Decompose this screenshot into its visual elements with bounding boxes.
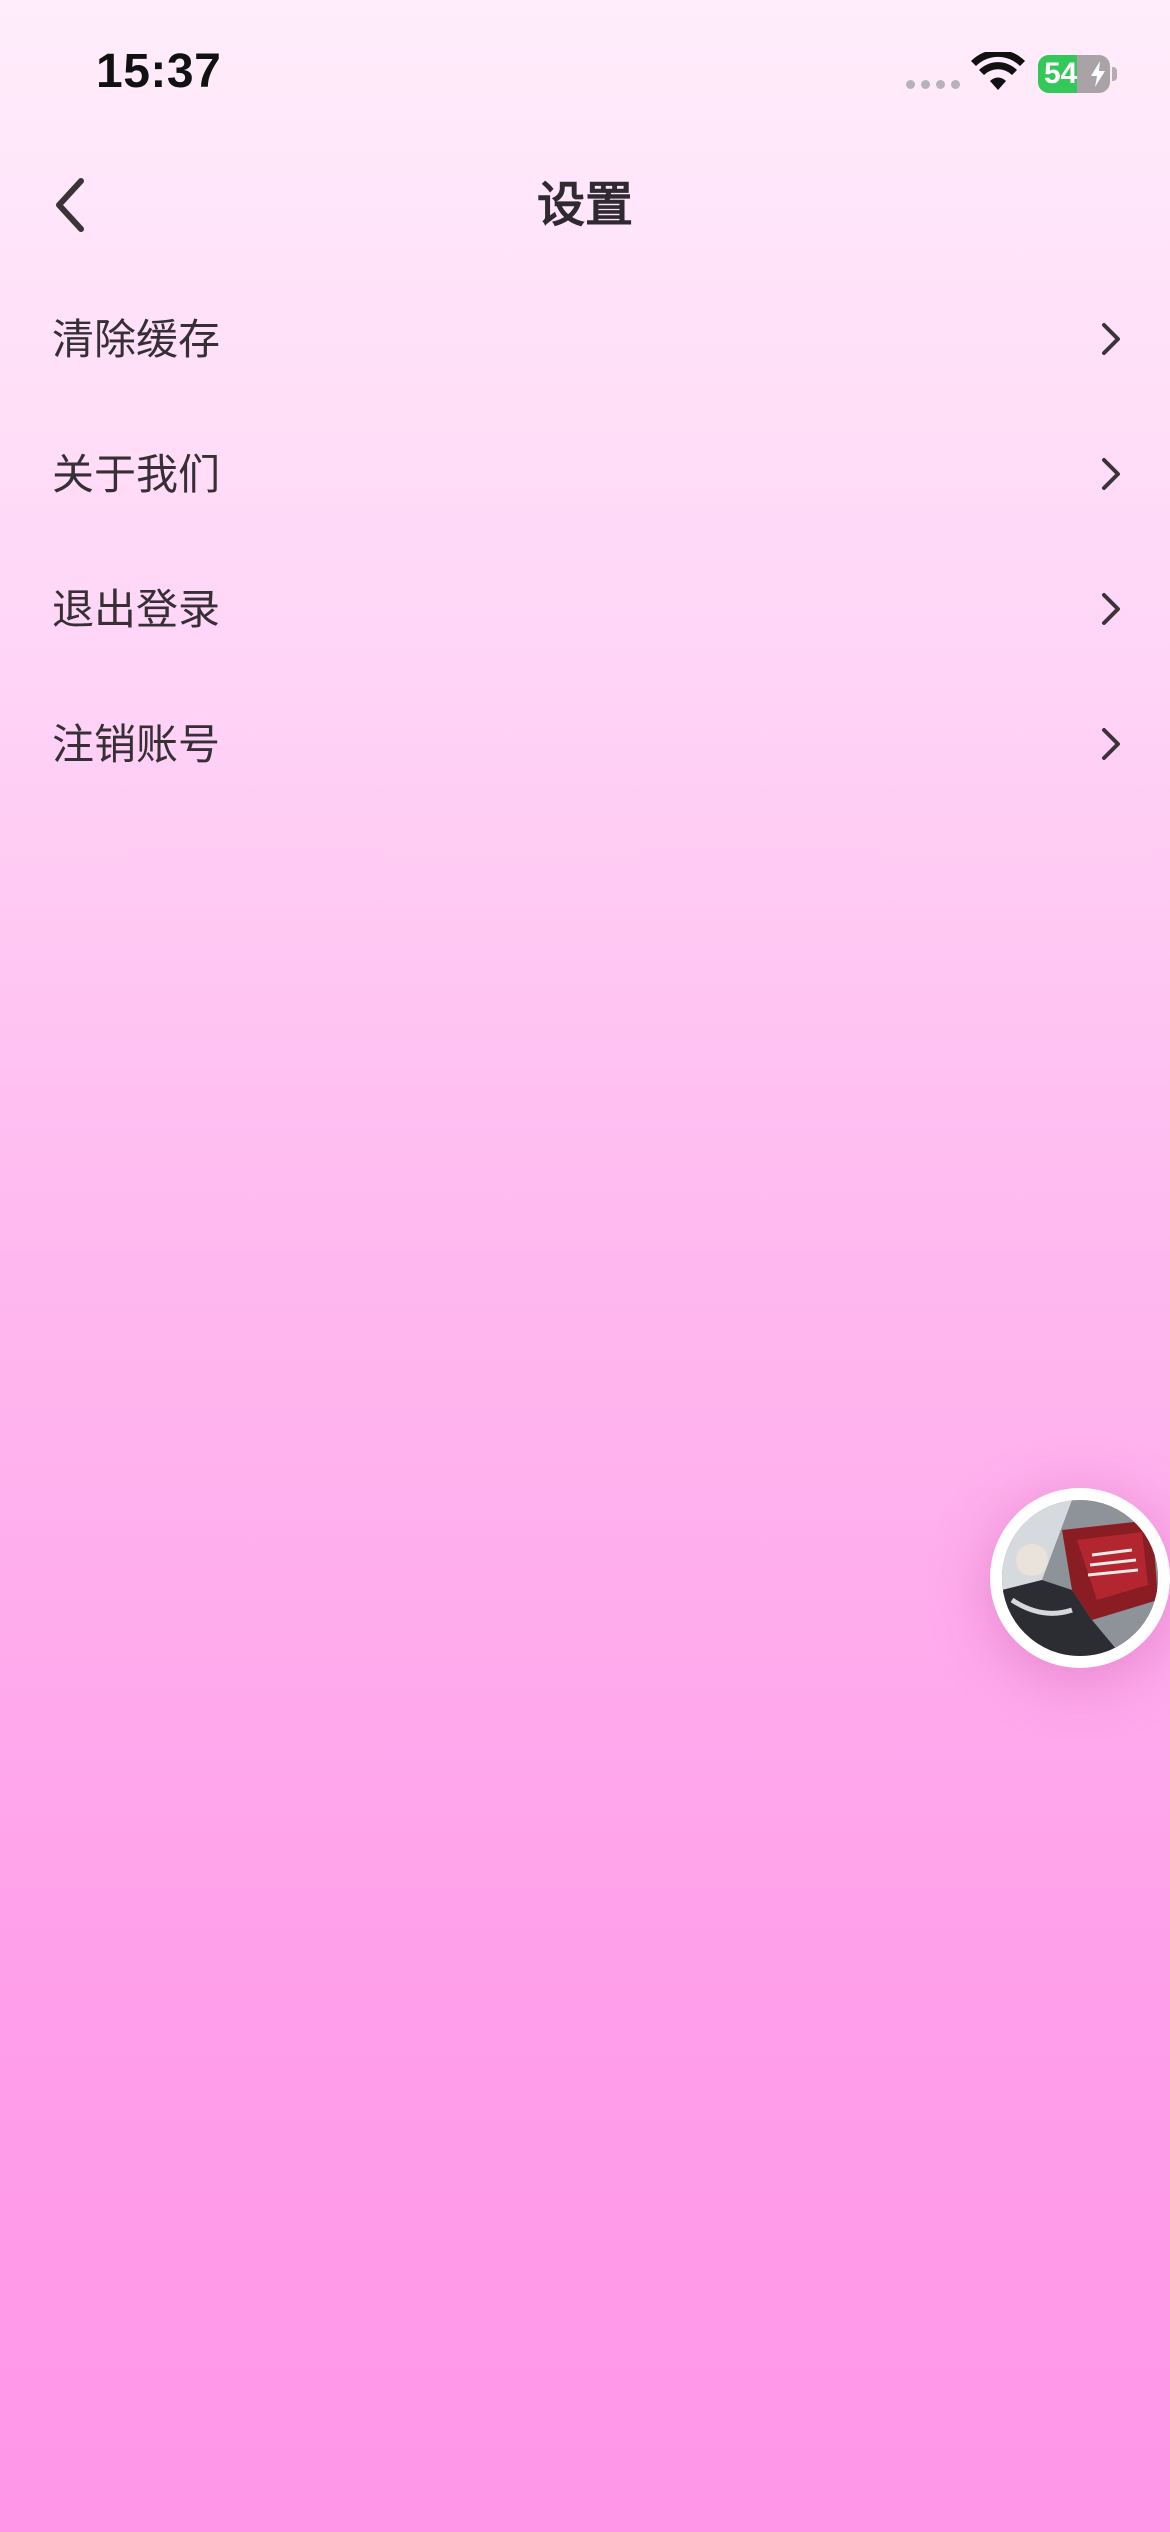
status-time: 15:37 [96,45,222,98]
chevron-right-icon [1102,593,1120,625]
menu-item-logout[interactable]: 退出登录 [0,542,1170,677]
page-title: 设置 [536,177,633,233]
battery-charging-icon: 54 [1038,55,1110,93]
cellular-signal-icon [906,80,960,89]
floating-avatar-button[interactable] [990,1488,1170,1668]
back-button[interactable] [36,170,106,240]
chevron-right-icon [1102,323,1120,355]
menu-item-delete-account[interactable]: 注销账号 [0,677,1170,812]
menu-item-label: 清除缓存 [52,315,221,364]
chevron-left-icon [56,178,84,232]
battery-level: 54 [1044,57,1078,90]
nav-bar: 设置 [0,160,1170,250]
settings-menu: 清除缓存 关于我们 退出登录 注销账号 [0,272,1170,812]
wifi-icon [971,52,1025,90]
menu-item-clear-cache[interactable]: 清除缓存 [0,272,1170,407]
menu-item-about-us[interactable]: 关于我们 [0,407,1170,542]
menu-item-label: 关于我们 [52,450,221,499]
avatar-image [1002,1500,1158,1656]
chevron-right-icon [1102,728,1120,760]
battery-nub [1112,67,1117,81]
menu-item-label: 退出登录 [52,585,221,634]
menu-item-label: 注销账号 [52,720,221,769]
chevron-right-icon [1102,458,1120,490]
charging-bolt-icon [1091,61,1105,87]
status-bar: 15:37 54 [0,0,1170,150]
